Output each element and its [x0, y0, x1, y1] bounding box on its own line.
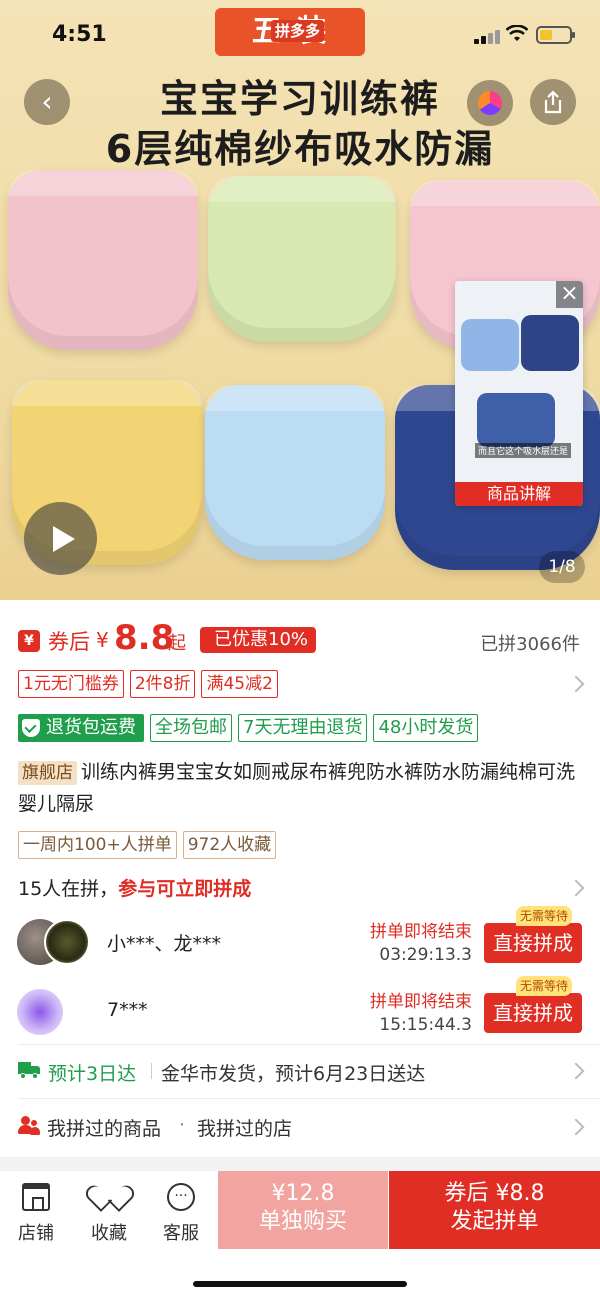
discount-badge: 已优惠10% — [200, 627, 317, 653]
store-label: 店铺 — [18, 1223, 54, 1244]
promo-tags[interactable]: 1元无门槛券 2件8折 满45减2 — [18, 670, 278, 698]
group-row: 7*** 拼单即将结束 15:15:44.3 直接拼成 无需等待 — [0, 976, 600, 1042]
service-tag[interactable]: 48小时发货 — [373, 714, 479, 742]
chevron-left-icon: ‹ — [41, 85, 53, 118]
group-buy-header[interactable]: 15人在拼，参与可立即拼成 — [18, 874, 251, 901]
wifi-icon — [506, 25, 528, 41]
price-row: ¥ 券后 ¥ 8.8 起 已优惠10% 已拼3066件 — [0, 618, 600, 660]
service-tag[interactable]: 全场包邮 — [150, 714, 232, 742]
separator — [151, 1063, 152, 1079]
dot-separator: · — [179, 1114, 186, 1136]
play-icon[interactable] — [24, 502, 97, 575]
chevron-right-icon[interactable] — [567, 879, 585, 897]
shipping-detail: 金华市发货，预计6月23日送达 — [161, 1063, 426, 1085]
solo-label: 单独购买 — [258, 1209, 347, 1234]
store-flag-badge: 旗舰店 — [18, 761, 77, 785]
hero-title-line2: 6层纯棉纱布吸水防漏 — [105, 127, 495, 171]
after-coupon-label: 券后 — [48, 630, 90, 654]
back-button[interactable]: ‹ — [24, 79, 70, 125]
signal-icon — [474, 30, 500, 44]
avatar — [17, 989, 63, 1035]
favorite-label: 收藏 — [91, 1223, 127, 1244]
avatar — [44, 919, 90, 965]
home-indicator — [193, 1281, 407, 1287]
product-photo-pink-pants — [8, 170, 198, 350]
store-icon — [22, 1183, 50, 1211]
close-icon[interactable]: × — [556, 281, 583, 308]
battery-icon — [536, 26, 575, 44]
promo-tag[interactable]: 满45减2 — [201, 670, 278, 698]
no-wait-badge: 无需等待 — [516, 976, 573, 996]
group-cta: 参与可立即拼成 — [118, 878, 252, 900]
product-photo-blue-pants — [205, 385, 385, 560]
price-suffix: 起 — [168, 633, 186, 654]
heart-icon — [95, 1183, 123, 1211]
solo-price: ¥12.8 — [271, 1181, 335, 1206]
video-subtitle: 而且它这个吸水层还是 — [475, 443, 572, 458]
product-image-gallery[interactable]: 4:51 五 装 拼多多 宝宝学习训练裤 6层纯棉纱布吸水防漏 ‹ 而且它这个吸… — [0, 0, 600, 600]
purchase-history-row[interactable]: 我拼过的商品 · 我拼过的店 — [0, 1108, 600, 1148]
coupon-icon: ¥ — [18, 630, 40, 652]
group-member-names: 7*** — [107, 999, 148, 1021]
product-title: 训练内裤男宝宝女如厕戒尿布裤兜防水裤防水防漏纯棉可洗婴儿隔尿 — [18, 761, 576, 815]
promo-tag[interactable]: 1元无门槛券 — [18, 670, 124, 698]
product-photo-green-pants — [208, 176, 396, 342]
group-ending-text: 拼单即将结束 — [370, 922, 472, 942]
price-amount: 8.8 — [114, 618, 175, 658]
share-icon — [544, 90, 562, 114]
chat-bubble-icon — [167, 1183, 195, 1211]
service-tag[interactable]: 7天无理由退货 — [238, 714, 368, 742]
join-group-button[interactable]: 直接拼成 — [484, 923, 582, 963]
promo-tag[interactable]: 2件8折 — [129, 670, 196, 698]
customer-service-label: 客服 — [163, 1223, 199, 1244]
video-explainer-card[interactable]: 而且它这个吸水层还是 × 商品讲解 — [455, 281, 583, 506]
favorites-count-tag: 972人收藏 — [182, 831, 277, 859]
favorite-button[interactable]: 收藏 — [79, 1181, 139, 1245]
image-counter: 1/8 — [539, 551, 585, 583]
app-shortcut-button[interactable] — [467, 80, 513, 126]
chevron-right-icon[interactable] — [567, 675, 585, 693]
people-icon — [18, 1116, 40, 1136]
group-price: 券后 ¥8.8 — [444, 1181, 545, 1206]
my-group-stores-link[interactable]: 我拼过的店 — [197, 1114, 292, 1141]
app-logo-icon — [478, 91, 502, 115]
return-shipping-label: 退货包运费 — [46, 717, 136, 738]
group-ending-text: 拼单即将结束 — [370, 992, 472, 1012]
group-countdown: 03:29:13.3 — [379, 945, 472, 965]
store-banner: 五 装 拼多多 — [215, 8, 365, 56]
share-button[interactable] — [530, 79, 576, 125]
stat-tags: 一周内100+人拼单 972人收藏 — [18, 831, 277, 859]
return-shipping-tag[interactable]: 退货包运费 — [18, 714, 144, 742]
service-tags[interactable]: 退货包运费 全场包邮 7天无理由退货 48小时发货 — [18, 714, 479, 742]
group-countdown: 15:15:44.3 — [379, 1015, 472, 1035]
shipping-row[interactable]: 预计3日达 金华市发货，预计6月23日送达 — [0, 1052, 600, 1092]
divider — [18, 1098, 600, 1099]
sold-count: 已拼3066件 — [480, 634, 580, 655]
bottom-action-bar: 店铺 收藏 客服 ¥12.8 单独购买 券后 ¥8.8 发起拼单 — [0, 1171, 600, 1297]
group-count: 15人在拼， — [18, 878, 119, 900]
video-caption: 商品讲解 — [455, 482, 583, 506]
shield-check-icon — [22, 719, 40, 737]
pinduoduo-badge: 拼多多 — [271, 20, 325, 42]
group-label: 发起拼单 — [450, 1209, 539, 1234]
section-gap — [0, 1157, 600, 1171]
no-wait-badge: 无需等待 — [516, 906, 573, 926]
status-time: 4:51 — [52, 22, 107, 47]
store-button[interactable]: 店铺 — [6, 1181, 66, 1245]
shipping-eta: 预计3日达 — [48, 1063, 137, 1085]
join-group-button[interactable]: 直接拼成 — [484, 993, 582, 1033]
weekly-orders-tag: 一周内100+人拼单 — [18, 831, 177, 859]
truck-icon — [18, 1062, 40, 1079]
customer-service-button[interactable]: 客服 — [151, 1181, 211, 1245]
buy-alone-button[interactable]: ¥12.8 单独购买 — [218, 1171, 388, 1249]
price-currency: ¥ — [96, 628, 109, 652]
video-thumbnail: 而且它这个吸水层还是 — [455, 281, 583, 484]
my-group-goods-link[interactable]: 我拼过的商品 — [47, 1114, 161, 1141]
divider — [18, 1044, 600, 1045]
group-row: 小***、龙*** 拼单即将结束 03:29:13.3 直接拼成 无需等待 — [0, 906, 600, 972]
start-group-buy-button[interactable]: 券后 ¥8.8 发起拼单 — [389, 1171, 600, 1249]
group-member-names: 小***、龙*** — [107, 933, 222, 955]
product-title-block: 旗舰店 训练内裤男宝宝女如厕戒尿布裤兜防水裤防水防漏纯棉可洗婴儿隔尿 — [18, 756, 588, 820]
